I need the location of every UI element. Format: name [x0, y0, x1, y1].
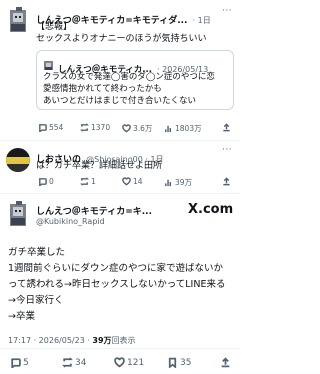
views-count: 39万 — [92, 336, 112, 345]
avatar[interactable] — [8, 200, 30, 228]
post-text: は？ガチ卒業？詳細話せよ田所 — [36, 161, 163, 171]
like-button[interactable]: 121 — [114, 357, 144, 368]
reply-count: 554 — [49, 123, 64, 132]
like-count: 121 — [127, 357, 145, 368]
views-count: 1803万 — [175, 124, 202, 133]
more-icon[interactable]: ··· — [222, 6, 232, 16]
display-name[interactable]: しんえつ＠キモティカ=キ... — [36, 204, 152, 217]
like-count: 3.6万 — [133, 124, 153, 133]
avatar[interactable] — [6, 148, 30, 172]
share-button[interactable] — [220, 357, 231, 368]
share-icon — [223, 123, 230, 132]
repost-count: 34 — [75, 357, 87, 368]
share-button[interactable] — [222, 123, 231, 132]
post-text-line: 1週間前ぐらいにダウン症のやつに家で遊ばないか — [8, 263, 224, 274]
reply-icon — [38, 124, 47, 132]
reply-button[interactable]: 0 — [38, 177, 54, 186]
more-icon[interactable]: ··· — [222, 145, 232, 155]
views-button[interactable]: 1803万 — [164, 123, 202, 134]
reply-button[interactable]: 5 — [10, 357, 29, 368]
post-text-line: ガチ卒業した — [8, 247, 66, 258]
share-icon — [223, 177, 230, 186]
views-count: 39万 — [175, 178, 193, 187]
divider — [0, 140, 240, 141]
like-icon — [122, 124, 131, 133]
repost-icon — [80, 177, 89, 186]
divider — [0, 193, 240, 194]
repost-count: 1 — [91, 177, 96, 186]
repost-icon — [62, 357, 73, 368]
x-logo[interactable]: X.com — [188, 202, 233, 217]
repost-button[interactable]: 1 — [80, 177, 96, 186]
views-label: 回表示 — [111, 336, 136, 345]
post-text-line: 【悲報】 — [36, 22, 73, 32]
bookmark-count: 35 — [180, 357, 192, 368]
views-icon — [165, 125, 172, 133]
post-time[interactable]: · 1日 — [193, 16, 211, 25]
post-text-line: →今日家行く — [8, 295, 64, 306]
views-button[interactable]: 39万 — [164, 177, 192, 188]
post-text-line: →卒業 — [8, 311, 35, 322]
reply-count: 5 — [23, 357, 29, 368]
reply-icon — [11, 358, 21, 368]
like-count: 14 — [133, 177, 143, 186]
repost-icon — [80, 123, 89, 132]
repost-button[interactable]: 1370 — [80, 123, 110, 132]
like-icon — [114, 357, 125, 368]
handle[interactable]: @Kubikino_Rapid — [36, 217, 105, 226]
quote-text-line: あいつとだけはまじで付き合いたくない — [43, 96, 197, 106]
like-button[interactable]: 14 — [122, 177, 143, 186]
quoted-post[interactable]: しんえつ＠キモティカ... · 2026/05/13 クラスの女で発達◯害のダ◯… — [36, 50, 234, 110]
views-icon — [165, 179, 172, 187]
share-button[interactable] — [222, 177, 231, 186]
reply-icon — [38, 178, 47, 186]
like-button[interactable]: 3.6万 — [122, 123, 152, 134]
divider — [0, 348, 240, 349]
quote-text-line: クラスの女で発達◯害のダ◯ン症のやつに恋 — [43, 72, 215, 82]
quote-text-line: 愛感情抱かれてて終わったかも — [43, 84, 162, 94]
bookmark-button[interactable]: 35 — [167, 357, 191, 368]
bookmark-icon — [168, 357, 177, 368]
repost-count: 1370 — [91, 123, 111, 132]
reply-count: 0 — [49, 177, 54, 186]
share-icon — [221, 357, 230, 368]
repost-button[interactable]: 34 — [62, 357, 86, 368]
post-text-line: セックスよりオナニーのほうが気持ちいい — [36, 34, 207, 44]
reply-button[interactable]: 554 — [38, 123, 63, 132]
like-icon — [122, 177, 131, 186]
avatar[interactable] — [8, 6, 30, 34]
post-text-line: って誘われる→昨日セックスしないかってLINE来る — [8, 279, 226, 290]
post-timestamp[interactable]: 17:17 · 2026/05/23 · — [8, 336, 92, 345]
